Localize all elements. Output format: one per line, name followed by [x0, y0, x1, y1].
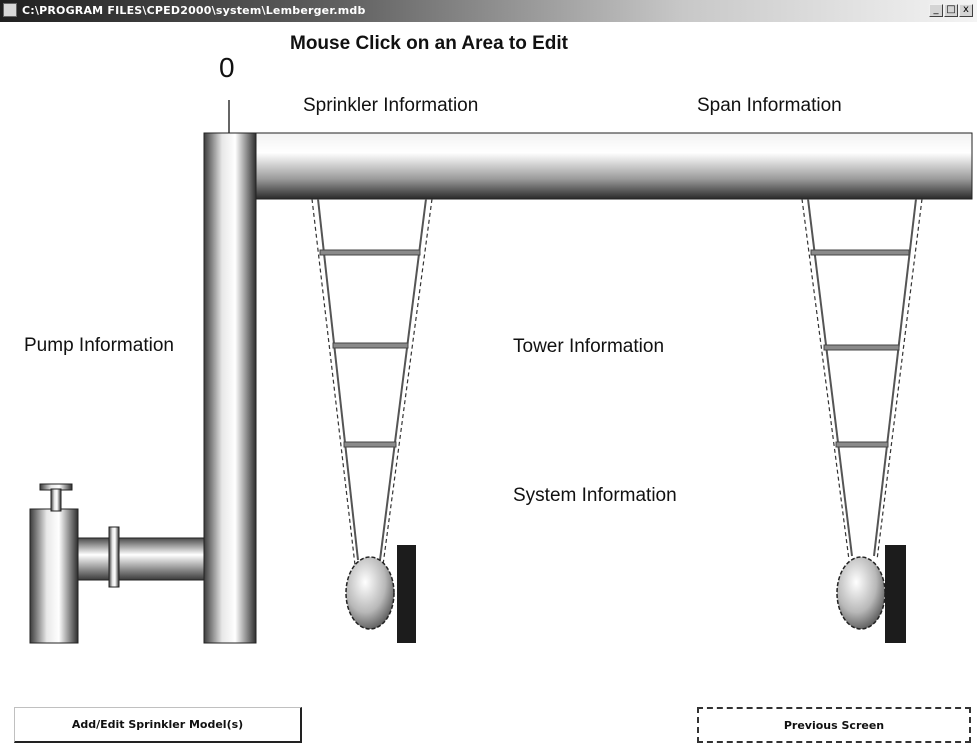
tower-2	[801, 198, 923, 643]
tower-1	[311, 198, 433, 643]
pump-outlet-pipe	[77, 537, 207, 581]
tower-information-area[interactable]: Tower Information	[513, 336, 664, 358]
add-edit-sprinkler-button[interactable]: Add/Edit Sprinkler Model(s)	[14, 707, 302, 743]
span-pipe	[255, 132, 973, 200]
span-information-area[interactable]: Span Information	[697, 95, 842, 117]
pivot-riser	[203, 132, 257, 644]
previous-screen-button[interactable]: Previous Screen	[697, 707, 971, 743]
pump-body	[29, 508, 79, 644]
pump-information-area[interactable]: Pump Information	[24, 335, 174, 357]
pipe-flange	[108, 526, 120, 588]
sprinkler-information-area[interactable]: Sprinkler Information	[303, 95, 478, 117]
valve-stem	[50, 488, 62, 512]
system-information-area[interactable]: System Information	[513, 485, 677, 507]
pressure-gauge-value: 0	[219, 52, 235, 83]
